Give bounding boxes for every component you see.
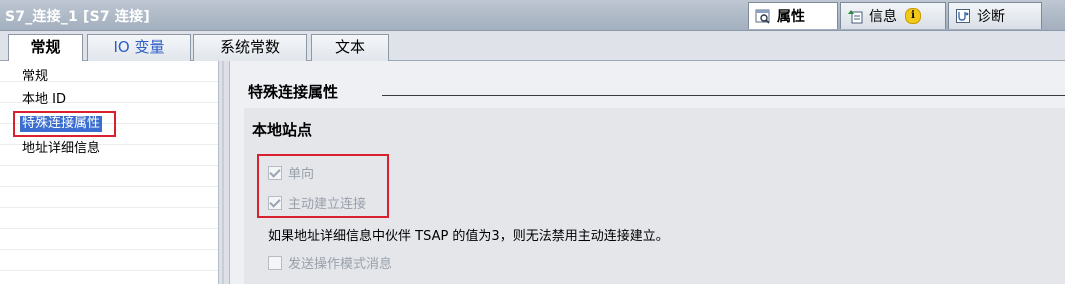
tab-info-label: 信息 (869, 9, 897, 25)
nav-tree: 常规 本地 ID 特殊连接属性 地址详细信息 (0, 61, 218, 284)
tab-io-tags[interactable]: IO 变量 (87, 34, 191, 61)
tab-properties-label: 属性 (777, 9, 805, 25)
send-mode-message-label: 发送操作模式消息 (288, 257, 393, 272)
tab-io-tags-label: IO 变量 (113, 38, 165, 56)
tab-general-label: 常规 (30, 38, 61, 56)
tab-texts-label: 文本 (334, 38, 365, 56)
section-divider (382, 95, 1065, 96)
panel-splitter[interactable] (218, 61, 230, 284)
tab-texts[interactable]: 文本 (311, 34, 389, 61)
tab-info[interactable]: 信息 i (840, 2, 946, 29)
nav-item-general[interactable]: 常规 (22, 69, 48, 85)
nav-item-address-details[interactable]: 地址详细信息 (22, 141, 100, 157)
tab-general[interactable]: 常规 (8, 34, 83, 62)
main-tab-strip: 常规 IO 变量 系统常数 文本 (0, 31, 1065, 62)
info-icon (847, 8, 863, 24)
window-title: S7_连接_1 [S7 连接] (5, 9, 150, 25)
tab-properties[interactable]: 属性 (748, 2, 838, 29)
option-send-mode-message[interactable]: 发送操作模式消息 (268, 253, 392, 272)
tab-system-constants-label: 系统常数 (219, 38, 280, 56)
properties-icon (755, 8, 771, 24)
options-highlight-outline (257, 154, 389, 218)
send-mode-message-checkbox[interactable] (268, 255, 282, 270)
inspector-title-bar: S7_连接_1 [S7 连接] 属性 信息 i 诊断 (0, 0, 1065, 31)
tab-diagnostics[interactable]: 诊断 (948, 2, 1042, 29)
subsection-title: 本地站点 (252, 121, 313, 139)
tab-system-constants[interactable]: 系统常数 (193, 34, 307, 61)
info-badge-icon: i (905, 8, 921, 24)
diagnostics-icon (955, 8, 971, 24)
nav-highlight-outline (13, 111, 116, 137)
nav-item-local-id[interactable]: 本地 ID (22, 92, 66, 108)
section-title: 特殊连接属性 (248, 83, 339, 101)
tsap-note: 如果地址详细信息中伙伴 TSAP 的值为3，则无法禁用主动连接建立。 (268, 229, 669, 244)
tab-diagnostics-label: 诊断 (977, 9, 1005, 25)
